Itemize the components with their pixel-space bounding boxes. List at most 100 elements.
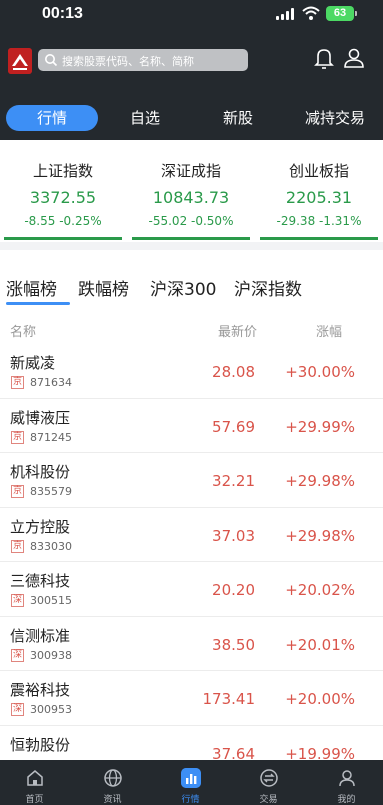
active-tab-indicator — [6, 302, 70, 305]
tab-reduction-trades[interactable]: 减持交易 — [293, 105, 377, 131]
index-underline — [132, 237, 250, 240]
table-row[interactable]: 机科股份 京 835579 32.21 +29.98% — [0, 453, 383, 508]
stock-code: 871634 — [30, 376, 72, 389]
stock-name: 新威凌 — [10, 354, 56, 372]
search-placeholder: 搜索股票代码、名称、简称 — [62, 55, 194, 68]
market-tag: 京 — [11, 539, 24, 553]
column-change-header[interactable]: 涨幅 — [316, 321, 342, 340]
nav-home[interactable]: 首页 — [0, 760, 73, 805]
column-name-header: 名称 — [10, 325, 37, 340]
table-row[interactable]: 新威凌 京 871634 28.08 +30.00% — [0, 344, 383, 399]
nav-trade[interactable]: 交易 — [230, 760, 307, 805]
stock-price: 38.50 — [212, 635, 255, 654]
nav-market[interactable]: 行情 — [152, 760, 229, 805]
signal-icon — [276, 8, 296, 20]
tab-top-losers[interactable]: 跌幅榜 — [78, 275, 129, 300]
top-tabs: 行情 自选 新股 减持交易 — [0, 90, 383, 140]
stock-price: 173.41 — [202, 690, 256, 708]
market-tag: 京 — [11, 376, 24, 389]
nav-label: 交易 — [259, 795, 278, 805]
stock-price: 32.21 — [212, 472, 255, 490]
table-row[interactable]: 震裕科技 深 300953 173.41 +20.00% — [0, 671, 383, 726]
nav-label: 资讯 — [103, 795, 122, 805]
stock-name: 威博液压 — [10, 408, 71, 427]
table-row[interactable]: 立方控股 京 833030 37.03 +29.98% — [0, 508, 383, 562]
index-name: 深证成指 — [160, 162, 221, 180]
nav-news[interactable]: 资讯 — [74, 760, 151, 805]
index-underline — [260, 237, 378, 240]
tab-csi300[interactable]: 沪深300 — [150, 275, 216, 300]
stock-code: 833030 — [30, 539, 72, 553]
market-tag: 深 — [11, 594, 24, 607]
nav-label: 行情 — [181, 795, 200, 805]
stock-code: 300938 — [30, 648, 72, 662]
stock-change: +20.01% — [285, 635, 355, 654]
search-icon — [45, 54, 58, 67]
stock-change: +30.00% — [285, 363, 355, 381]
tab-market[interactable]: 行情 — [6, 105, 98, 131]
index-row: 上证指数 3372.55 -8.55 -0.25% 深证成指 10843.73 … — [0, 140, 383, 242]
globe-icon — [104, 769, 122, 787]
stock-change: +29.98% — [285, 526, 355, 545]
stock-code: 300953 — [30, 703, 72, 716]
exchange-icon — [260, 769, 278, 787]
table-row[interactable]: 威博液压 京 871245 57.69 +29.99% — [0, 399, 383, 453]
rank-tabs: 涨幅榜 跌幅榜 沪深300 沪深指数 — [0, 250, 383, 310]
index-value: 3372.55 — [29, 188, 97, 207]
stock-name: 恒勃股份 — [10, 735, 71, 754]
stock-change: +20.02% — [285, 581, 355, 599]
tab-sh-sz-index[interactable]: 沪深指数 — [234, 275, 302, 300]
app-logo-icon — [8, 48, 32, 74]
market-tag: 深 — [11, 648, 24, 662]
battery-icon: 63 — [326, 6, 357, 21]
home-icon — [27, 770, 43, 786]
table-header: 名称 最新价 涨幅 — [0, 318, 383, 342]
stock-code: 835579 — [30, 485, 72, 498]
stock-price: 28.08 — [212, 363, 255, 381]
user-icon[interactable] — [343, 47, 365, 69]
stock-code: 300515 — [30, 594, 72, 607]
index-underline — [4, 237, 122, 240]
index-name: 上证指数 — [32, 162, 93, 180]
status-bar: 00:13 63 — [0, 0, 383, 32]
stock-name: 震裕科技 — [10, 681, 71, 699]
index-value: 10843.73 — [152, 188, 230, 207]
tab-new-stocks[interactable]: 新股 — [203, 105, 273, 131]
stock-price: 37.03 — [212, 526, 255, 545]
bottom-nav: 首页 资讯 行情 交易 我的 — [0, 760, 383, 805]
stock-list: 新威凌 京 871634 28.08 +30.00% 威博液压 京 871245… — [0, 344, 383, 780]
index-change: -55.02 -0.50% — [148, 214, 234, 228]
chart-icon — [181, 768, 201, 788]
index-card-shanghai[interactable]: 上证指数 3372.55 -8.55 -0.25% — [4, 140, 122, 242]
column-price-header[interactable]: 最新价 — [218, 321, 257, 340]
index-value: 2205.31 — [285, 188, 353, 207]
nav-me[interactable]: 我的 — [308, 760, 383, 805]
stock-price: 20.20 — [212, 581, 255, 599]
market-tag: 京 — [11, 485, 24, 498]
index-card-chinext[interactable]: 创业板指 2205.31 -29.38 -1.31% — [260, 140, 378, 242]
app-header: 搜索股票代码、名称、简称 — [0, 32, 383, 90]
stock-change: +29.99% — [285, 417, 355, 436]
bell-icon[interactable] — [314, 47, 334, 69]
nav-label: 首页 — [25, 795, 44, 805]
tab-top-gainers[interactable]: 涨幅榜 — [6, 275, 57, 300]
stock-change: +29.98% — [285, 472, 355, 490]
section-divider — [0, 242, 383, 250]
index-change: -8.55 -0.25% — [24, 214, 102, 228]
index-card-shenzhen[interactable]: 深证成指 10843.73 -55.02 -0.50% — [132, 140, 250, 242]
tab-watchlist[interactable]: 自选 — [110, 105, 180, 131]
stock-name: 机科股份 — [10, 463, 71, 481]
market-tag: 深 — [11, 703, 24, 716]
search-input[interactable]: 搜索股票代码、名称、简称 — [38, 49, 248, 71]
status-time: 00:13 — [42, 5, 83, 22]
stock-name: 三德科技 — [10, 572, 71, 590]
stock-code: 871245 — [30, 430, 72, 444]
market-tag: 京 — [11, 430, 24, 444]
index-change: -29.38 -1.31% — [276, 214, 362, 228]
person-icon — [339, 770, 355, 787]
table-row[interactable]: 信测标准 深 300938 38.50 +20.01% — [0, 617, 383, 671]
wifi-icon — [302, 6, 320, 20]
table-row[interactable]: 三德科技 深 300515 20.20 +20.02% — [0, 562, 383, 617]
stock-change: +20.00% — [285, 690, 355, 708]
nav-label: 我的 — [337, 795, 356, 805]
